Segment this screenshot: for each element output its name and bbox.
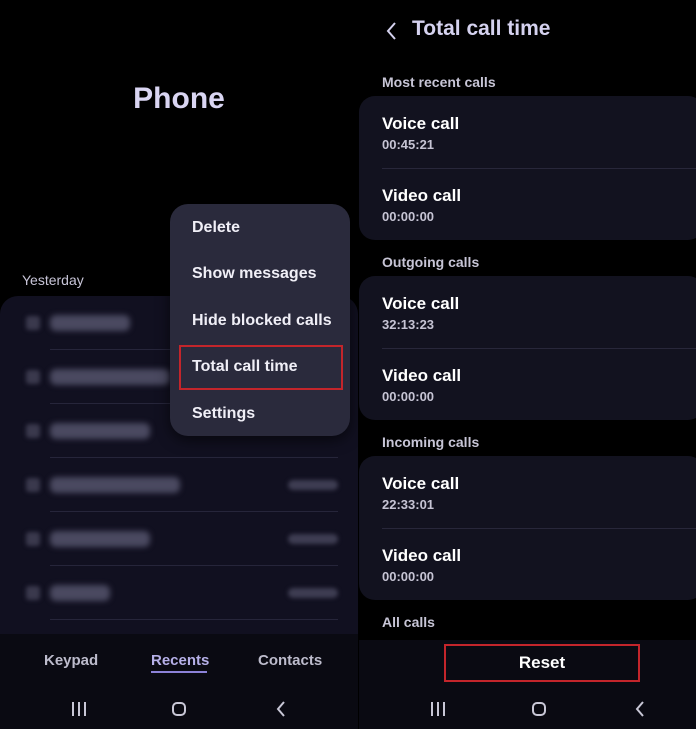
call-duration: 00:00:00 — [382, 389, 435, 404]
recent-apps-icon[interactable] — [423, 694, 453, 724]
call-type-label: Voice call — [382, 114, 460, 133]
recents-screen: Phone Yesterday Delete Show messages Hid… — [0, 0, 358, 729]
section-heading-all-calls: All calls — [382, 614, 435, 630]
recent-apps-icon[interactable] — [64, 694, 94, 724]
list-item[interactable] — [22, 458, 338, 512]
call-type-label: Voice call — [382, 474, 460, 493]
call-time-blurred — [288, 480, 338, 490]
home-icon[interactable] — [524, 694, 554, 724]
section-heading-incoming: Incoming calls — [382, 434, 480, 450]
call-duration: 00:00:00 — [382, 209, 435, 224]
back-icon[interactable] — [625, 694, 655, 724]
system-nav-bar — [359, 694, 696, 724]
reset-button[interactable]: Reset — [444, 644, 640, 682]
list-item: Voice call 22:33:01 — [382, 474, 459, 513]
list-item[interactable] — [22, 512, 338, 566]
call-duration: 00:00:00 — [382, 569, 435, 584]
call-type-label: Voice call — [382, 294, 460, 313]
tab-keypad[interactable]: Keypad — [44, 652, 98, 669]
call-type-icon — [26, 478, 40, 492]
call-type-icon — [26, 586, 40, 600]
contact-name-blurred — [50, 585, 110, 601]
call-type-icon — [26, 316, 40, 330]
system-nav-bar — [0, 694, 358, 724]
call-duration: 22:33:01 — [382, 497, 435, 512]
list-item: Voice call 32:13:23 — [382, 294, 459, 333]
page-title: Total call time — [412, 17, 551, 40]
list-item: Video call 00:00:00 — [382, 546, 461, 585]
call-type-icon — [26, 370, 40, 384]
divider — [382, 528, 696, 529]
card-most-recent: Voice call 00:45:21 Video call 00:00:00 — [359, 96, 696, 240]
section-heading-most-recent: Most recent calls — [382, 74, 496, 90]
contact-name-blurred — [50, 477, 180, 493]
contact-name-blurred — [50, 423, 150, 439]
app-title: Phone — [133, 82, 225, 115]
card-outgoing: Voice call 32:13:23 Video call 00:00:00 — [359, 276, 696, 420]
list-item: Video call 00:00:00 — [382, 186, 461, 225]
menu-item-hide-blocked-calls[interactable]: Hide blocked calls — [192, 310, 332, 332]
divider — [382, 168, 696, 169]
call-type-label: Video call — [382, 366, 462, 385]
list-item: Video call 00:00:00 — [382, 366, 461, 405]
active-tab-indicator — [151, 671, 207, 673]
list-item: Voice call 00:45:21 — [382, 114, 459, 153]
tab-contacts[interactable]: Contacts — [258, 652, 322, 669]
divider — [50, 619, 338, 620]
overflow-menu: Delete Show messages Hide blocked calls … — [170, 204, 350, 436]
section-label-yesterday: Yesterday — [22, 272, 84, 288]
chevron-left-icon[interactable] — [379, 18, 403, 44]
highlight-box — [179, 345, 343, 390]
menu-item-settings[interactable]: Settings — [192, 403, 255, 425]
call-type-icon — [26, 424, 40, 438]
card-incoming: Voice call 22:33:01 Video call 00:00:00 — [359, 456, 696, 600]
divider — [382, 348, 696, 349]
call-duration: 00:45:21 — [382, 137, 435, 152]
call-type-label: Video call — [382, 546, 462, 565]
call-time-blurred — [288, 588, 338, 598]
call-type-icon — [26, 532, 40, 546]
call-duration: 32:13:23 — [382, 317, 435, 332]
list-item[interactable] — [22, 566, 338, 620]
section-heading-outgoing: Outgoing calls — [382, 254, 480, 270]
contact-name-blurred — [50, 531, 150, 547]
back-icon[interactable] — [266, 694, 296, 724]
total-call-time-screen: Total call time Most recent calls Voice … — [359, 0, 696, 729]
contact-name-blurred — [50, 315, 130, 331]
tab-recents[interactable]: Recents — [151, 652, 209, 669]
home-icon[interactable] — [164, 694, 194, 724]
call-type-label: Video call — [382, 186, 462, 205]
contact-name-blurred — [50, 369, 170, 385]
menu-item-show-messages[interactable]: Show messages — [192, 263, 317, 285]
menu-item-delete[interactable]: Delete — [192, 217, 240, 239]
call-time-blurred — [288, 534, 338, 544]
